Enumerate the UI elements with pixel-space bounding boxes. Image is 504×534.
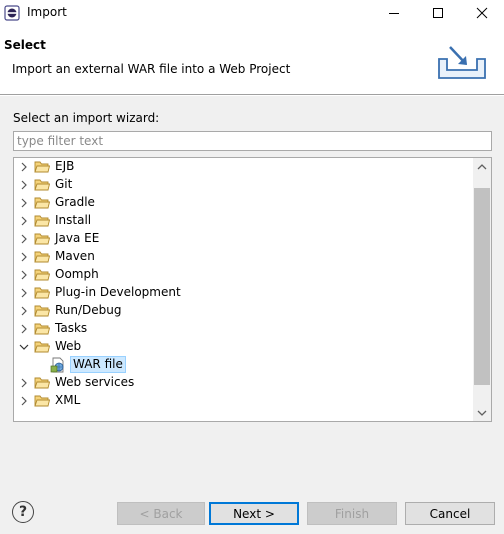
tree-item-label: EJB xyxy=(55,159,75,173)
help-button[interactable]: ? xyxy=(12,501,34,523)
wizard-content: Select an import wizard: EJB Git Gradle … xyxy=(0,96,504,476)
folder-icon xyxy=(34,305,50,317)
chevron-down-icon xyxy=(477,410,487,416)
scrollbar-thumb[interactable] xyxy=(474,188,490,385)
finish-button[interactable]: Finish xyxy=(307,502,397,525)
folder-icon xyxy=(34,395,50,407)
maximize-icon xyxy=(433,8,443,18)
cancel-button[interactable]: Cancel xyxy=(405,502,495,525)
import-tray-icon xyxy=(438,46,486,79)
tree-item-tasks[interactable]: Tasks xyxy=(14,320,474,338)
chevron-right-icon[interactable] xyxy=(18,161,30,173)
folder-icon xyxy=(34,179,50,191)
tree-item-gradle[interactable]: Gradle xyxy=(14,194,474,212)
maximize-button[interactable] xyxy=(418,0,458,26)
tree-item-label: XML xyxy=(55,393,81,407)
tree-item-label: Plug-in Development xyxy=(55,285,181,299)
folder-icon xyxy=(34,269,50,281)
tree-item-web-services[interactable]: Web services xyxy=(14,374,474,392)
chevron-right-icon[interactable] xyxy=(18,179,30,191)
tree-item-label: Git xyxy=(55,177,73,191)
window-title: Import xyxy=(27,5,67,19)
tree-item-label: Oomph xyxy=(55,267,99,281)
tree-item-web[interactable]: Web xyxy=(14,338,474,356)
next-button[interactable]: Next > xyxy=(209,502,299,525)
page-title: Select xyxy=(4,38,46,52)
tree-item-git[interactable]: Git xyxy=(14,176,474,194)
help-icon: ? xyxy=(18,504,28,520)
tree-item-xml[interactable]: XML xyxy=(14,392,474,410)
tree-item-label: Run/Debug xyxy=(55,303,122,317)
war-file-icon xyxy=(50,357,64,373)
chevron-right-icon[interactable] xyxy=(18,395,30,407)
wizard-label: Select an import wizard: xyxy=(13,111,160,125)
tree-item-plug-in-development[interactable]: Plug-in Development xyxy=(14,284,474,302)
chevron-right-icon[interactable] xyxy=(18,269,30,281)
chevron-right-icon[interactable] xyxy=(18,377,30,389)
filter-input[interactable] xyxy=(13,131,492,151)
chevron-right-icon[interactable] xyxy=(18,233,30,245)
chevron-right-icon[interactable] xyxy=(18,197,30,209)
minimize-button[interactable] xyxy=(374,0,414,26)
wizard-banner: Select Import an external WAR file into … xyxy=(0,26,504,95)
chevron-right-icon[interactable] xyxy=(18,251,30,263)
button-bar: ? < Back Next > Finish Cancel xyxy=(0,476,504,534)
title-bar: Import xyxy=(0,0,504,26)
tree-item-ejb[interactable]: EJB xyxy=(14,158,474,176)
tree-item-label: Web services xyxy=(55,375,135,389)
close-button[interactable] xyxy=(462,0,502,26)
folder-open-icon xyxy=(34,341,50,353)
folder-icon xyxy=(34,161,50,173)
tree-item-label: Web xyxy=(55,339,82,353)
folder-icon xyxy=(34,233,50,245)
close-icon xyxy=(476,7,488,19)
tree-item-label: Maven xyxy=(55,249,95,263)
scroll-down-button[interactable] xyxy=(473,404,491,421)
tree-item-label: Java EE xyxy=(55,231,100,245)
back-button[interactable]: < Back xyxy=(117,502,205,525)
tree-item-oomph[interactable]: Oomph xyxy=(14,266,474,284)
folder-icon xyxy=(34,251,50,263)
tree-item-label: Install xyxy=(55,213,92,227)
minimize-icon xyxy=(389,13,399,14)
folder-icon xyxy=(34,323,50,335)
chevron-down-icon[interactable] xyxy=(18,341,30,353)
chevron-right-icon[interactable] xyxy=(18,215,30,227)
tree-item-run-debug[interactable]: Run/Debug xyxy=(14,302,474,320)
tree-item-label: WAR file xyxy=(70,356,126,373)
tree-item-install[interactable]: Install xyxy=(14,212,474,230)
tree-item-java-ee[interactable]: Java EE xyxy=(14,230,474,248)
chevron-up-icon xyxy=(477,163,487,169)
page-description: Import an external WAR file into a Web P… xyxy=(12,62,291,76)
tree-scrollbar[interactable] xyxy=(473,158,491,421)
tree-item-label: Tasks xyxy=(55,321,88,335)
chevron-right-icon[interactable] xyxy=(18,323,30,335)
scroll-up-button[interactable] xyxy=(473,158,491,175)
tree-item-maven[interactable]: Maven xyxy=(14,248,474,266)
tree-item-war-file[interactable]: WAR file xyxy=(14,356,474,374)
chevron-right-icon[interactable] xyxy=(18,305,30,317)
wizard-tree[interactable]: EJB Git Gradle Install Java EE Maven Oom… xyxy=(13,157,492,422)
folder-icon xyxy=(34,287,50,299)
chevron-right-icon[interactable] xyxy=(18,287,30,299)
folder-icon xyxy=(34,215,50,227)
eclipse-icon xyxy=(4,5,20,21)
folder-icon xyxy=(34,197,50,209)
folder-icon xyxy=(34,377,50,389)
tree-item-label: Gradle xyxy=(55,195,95,209)
